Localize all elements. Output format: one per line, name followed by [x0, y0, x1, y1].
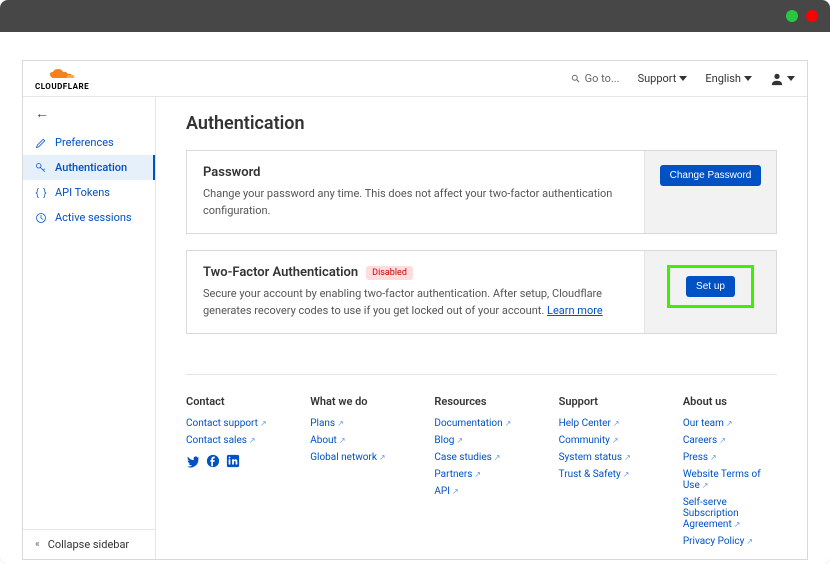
- clock-icon: [35, 212, 47, 224]
- braces-icon: [35, 187, 47, 199]
- footer-link[interactable]: Contact sales: [186, 435, 280, 446]
- sidebar-item-api-tokens[interactable]: API Tokens: [23, 180, 155, 205]
- page-title: Authentication: [186, 113, 777, 134]
- footer-heading: What we do: [310, 395, 404, 408]
- sidebar-item-label: Preferences: [55, 136, 114, 149]
- footer-link[interactable]: Partners: [434, 469, 528, 480]
- password-card-title: Password: [203, 165, 628, 180]
- footer-link[interactable]: Trust & Safety: [559, 469, 653, 480]
- main-content: Authentication Password Change your pass…: [156, 97, 807, 559]
- footer-link[interactable]: Contact support: [186, 418, 280, 429]
- password-card-desc: Change your password any time. This does…: [203, 186, 628, 219]
- pencil-icon: [35, 137, 47, 149]
- password-card: Password Change your password any time. …: [186, 150, 777, 234]
- footer-heading: Contact: [186, 395, 280, 408]
- footer-link[interactable]: Blog: [434, 435, 528, 446]
- sidebar-item-active-sessions[interactable]: Active sessions: [23, 205, 155, 230]
- footer-link[interactable]: System status: [559, 452, 653, 463]
- user-icon: [770, 72, 784, 86]
- footer: Contact Contact support Contact sales Wh…: [186, 374, 777, 559]
- learn-more-link[interactable]: Learn more: [547, 304, 603, 317]
- footer-link[interactable]: Documentation: [434, 418, 528, 429]
- window-control-red[interactable]: [806, 10, 818, 22]
- support-dropdown[interactable]: Support: [638, 72, 688, 85]
- disabled-badge: Disabled: [366, 266, 413, 280]
- caret-down-icon: [787, 76, 795, 81]
- footer-link[interactable]: Press: [683, 452, 777, 463]
- footer-link[interactable]: Help Center: [559, 418, 653, 429]
- user-menu[interactable]: [770, 72, 795, 86]
- footer-heading: Support: [559, 395, 653, 408]
- goto-search[interactable]: Go to...: [571, 72, 620, 85]
- key-icon: [35, 162, 47, 174]
- footer-link[interactable]: Privacy Policy: [683, 536, 777, 547]
- cloudflare-logo[interactable]: CLOUDFLARE: [35, 67, 89, 91]
- sidebar: ← Preferences Authentication API Tokens: [23, 97, 156, 559]
- sidebar-item-label: API Tokens: [55, 186, 110, 199]
- search-icon: [571, 74, 581, 84]
- change-password-button[interactable]: Change Password: [660, 165, 762, 186]
- facebook-icon[interactable]: [206, 454, 220, 468]
- twofa-card-title: Two-Factor Authentication Disabled: [203, 265, 628, 280]
- back-button[interactable]: ←: [35, 106, 49, 122]
- sidebar-item-preferences[interactable]: Preferences: [23, 130, 155, 155]
- twitter-icon[interactable]: [186, 454, 200, 468]
- cloud-icon: [48, 67, 76, 81]
- sidebar-item-authentication[interactable]: Authentication: [23, 155, 155, 180]
- setup-highlight: Set up: [667, 265, 754, 308]
- footer-link[interactable]: Self-serve Subscription Agreement: [683, 497, 777, 530]
- window-titlebar: [0, 0, 830, 32]
- footer-link[interactable]: Global network: [310, 452, 404, 463]
- setup-button[interactable]: Set up: [686, 276, 735, 297]
- sidebar-item-label: Active sessions: [55, 211, 132, 224]
- footer-link[interactable]: Plans: [310, 418, 404, 429]
- caret-down-icon: [679, 76, 687, 81]
- footer-link[interactable]: Website Terms of Use: [683, 469, 777, 491]
- logo-text: CLOUDFLARE: [35, 82, 89, 91]
- footer-link[interactable]: Community: [559, 435, 653, 446]
- twofa-card: Two-Factor Authentication Disabled Secur…: [186, 250, 777, 334]
- twofa-card-desc: Secure your account by enabling two-fact…: [203, 286, 628, 319]
- footer-heading: About us: [683, 395, 777, 408]
- footer-link[interactable]: API: [434, 486, 528, 497]
- footer-link[interactable]: Case studies: [434, 452, 528, 463]
- linkedin-icon[interactable]: [226, 454, 240, 468]
- footer-link[interactable]: About: [310, 435, 404, 446]
- footer-heading: Resources: [434, 395, 528, 408]
- app-header: CLOUDFLARE Go to... Support English: [23, 61, 807, 97]
- chevron-left-icon: «: [35, 539, 40, 550]
- caret-down-icon: [744, 76, 752, 81]
- language-dropdown[interactable]: English: [705, 72, 752, 85]
- footer-link[interactable]: Careers: [683, 435, 777, 446]
- footer-link[interactable]: Our team: [683, 418, 777, 429]
- window-control-green[interactable]: [786, 10, 798, 22]
- collapse-sidebar-button[interactable]: « Collapse sidebar: [23, 529, 155, 559]
- sidebar-item-label: Authentication: [55, 161, 127, 174]
